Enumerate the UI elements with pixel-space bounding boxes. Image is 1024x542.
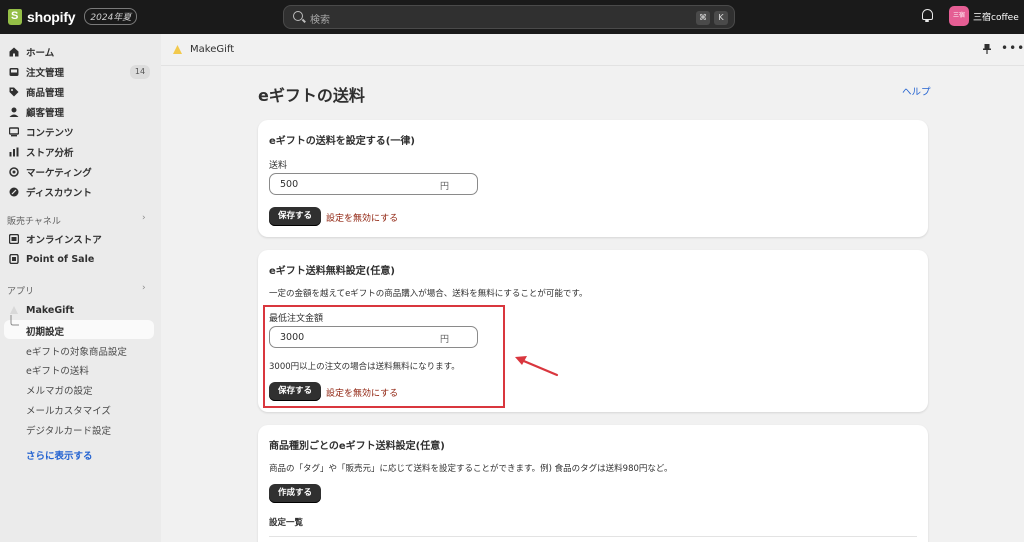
card-title: 商品種別ごとのeギフト送料設定(任意) bbox=[269, 441, 445, 452]
sidebar-item-customers[interactable]: 顧客管理 bbox=[0, 102, 161, 122]
per-product-shipping-card: 商品種別ごとのeギフト送料設定(任意) 商品の「タグ」や「販売元」に応じて送料を… bbox=[258, 425, 928, 542]
content-icon bbox=[9, 127, 19, 137]
inbox-icon bbox=[9, 68, 19, 76]
card-title: eギフト送料無料設定(任意) bbox=[269, 266, 395, 277]
shopify-logo[interactable]: shopify 2024年夏 bbox=[8, 8, 138, 25]
app-title: MakeGift bbox=[190, 44, 235, 55]
sidebar-item-label: ストア分析 bbox=[26, 148, 74, 159]
store-name[interactable]: 三宿coffee bbox=[973, 10, 1019, 23]
search-placeholder: 検索 bbox=[310, 15, 330, 26]
search-bar[interactable]: 検索 ⌘ K bbox=[283, 5, 735, 29]
create-button[interactable]: 作成する bbox=[269, 484, 322, 503]
chevron-right-icon[interactable]: › bbox=[142, 213, 146, 223]
shopify-bag-icon bbox=[8, 8, 22, 25]
k-key-hint: K bbox=[714, 11, 728, 25]
sidebar-subitem-digital-card[interactable]: デジタルカード設定 bbox=[26, 423, 111, 437]
makegift-app-icon bbox=[10, 306, 18, 314]
sidebar-subitem-email-customize[interactable]: メールカスタマイズ bbox=[26, 403, 111, 417]
pos-icon bbox=[9, 254, 19, 264]
shipping-fee-input[interactable]: 500 円 bbox=[269, 173, 478, 195]
store-avatar[interactable]: 三宿coffe bbox=[949, 6, 969, 26]
sidebar-item-makegift[interactable]: MakeGift bbox=[0, 300, 161, 320]
orders-count-badge: 14 bbox=[130, 65, 150, 79]
bell-icon[interactable] bbox=[922, 9, 933, 22]
sidebar-item-label: 顧客管理 bbox=[26, 108, 65, 119]
sidebar-item-pos[interactable]: Point of Sale bbox=[0, 249, 161, 269]
show-more-link[interactable]: さらに表示する bbox=[26, 448, 93, 462]
yen-suffix: 円 bbox=[440, 182, 450, 192]
top-bar: shopify 2024年夏 検索 ⌘ K 三宿coffe 三宿coffee bbox=[0, 0, 1024, 34]
card-description: 商品の「タグ」や「販売元」に応じて送料を設定することができます。例) 食品のタグ… bbox=[269, 464, 673, 474]
sidebar-subitem-newsletter[interactable]: メルマガの設定 bbox=[26, 383, 93, 397]
sidebar-item-label: コンテンツ bbox=[26, 128, 74, 139]
sidebar-item-label: マーケティング bbox=[26, 168, 92, 179]
tag-icon bbox=[9, 87, 19, 97]
help-link[interactable]: ヘルプ bbox=[902, 84, 931, 98]
sidebar-item-products[interactable]: 商品管理 bbox=[0, 82, 161, 102]
sidebar-item-label: 商品管理 bbox=[26, 88, 65, 99]
store-icon bbox=[9, 234, 19, 244]
annotation-arrow-icon bbox=[515, 356, 559, 377]
edition-badge: 2024年夏 bbox=[84, 8, 138, 25]
sidebar: ホーム 注文管理 14 商品管理 顧客管理 コンテンツ ストア分析 マーケティン… bbox=[0, 34, 161, 542]
sidebar-item-home[interactable]: ホーム bbox=[0, 42, 161, 62]
sidebar-subitem-shipping[interactable]: eギフトの送料 bbox=[26, 363, 89, 377]
discount-icon bbox=[9, 187, 19, 197]
home-icon bbox=[9, 47, 19, 57]
tree-connector-icon bbox=[10, 315, 19, 326]
sidebar-item-label: 注文管理 bbox=[26, 68, 65, 79]
sidebar-item-label: ディスカウント bbox=[26, 188, 92, 199]
sidebar-item-label: MakeGift bbox=[26, 304, 75, 316]
page-title: eギフトの送料 bbox=[258, 86, 365, 105]
card-title: eギフトの送料を設定する(一律) bbox=[269, 136, 415, 147]
flat-shipping-card: eギフトの送料を設定する(一律) 送料 500 円 保存する 設定を無効にする bbox=[258, 120, 928, 237]
sidebar-item-content[interactable]: コンテンツ bbox=[0, 122, 161, 142]
sidebar-item-analytics[interactable]: ストア分析 bbox=[0, 142, 161, 162]
sidebar-item-online-store[interactable]: オンラインストア bbox=[0, 229, 161, 249]
sidebar-subitem-target-products[interactable]: eギフトの対象商品設定 bbox=[26, 344, 127, 358]
search-icon bbox=[293, 11, 303, 21]
sidebar-item-label: オンラインストア bbox=[26, 235, 102, 246]
input-value: 500 bbox=[280, 179, 299, 190]
target-icon bbox=[9, 167, 19, 177]
person-icon bbox=[9, 107, 19, 117]
sidebar-item-label: Point of Sale bbox=[26, 253, 95, 265]
chart-icon bbox=[9, 147, 19, 157]
command-key-hint: ⌘ bbox=[696, 11, 710, 25]
brand-name: shopify bbox=[27, 8, 76, 25]
makegift-logo-icon bbox=[173, 45, 182, 54]
shipping-fee-label: 送料 bbox=[269, 161, 288, 171]
sidebar-subitem-initial-setup[interactable]: 初期設定 bbox=[26, 324, 64, 338]
apps-title: アプリ bbox=[7, 287, 35, 297]
app-header: MakeGift ••• bbox=[161, 34, 1024, 66]
card-description: 一定の金額を越えてeギフトの商品購入が場合、送料を無料にすることが可能です。 bbox=[269, 289, 588, 299]
disable-setting-button[interactable]: 設定を無効にする bbox=[326, 211, 398, 224]
sidebar-item-marketing[interactable]: マーケティング bbox=[0, 162, 161, 182]
chevron-right-icon[interactable]: › bbox=[142, 283, 146, 293]
sales-channels-title: 販売チャネル bbox=[7, 217, 61, 227]
sidebar-item-label: ホーム bbox=[26, 48, 55, 59]
sidebar-item-discounts[interactable]: ディスカウント bbox=[0, 182, 161, 202]
annotation-highlight-box bbox=[263, 305, 505, 408]
pin-icon[interactable] bbox=[983, 44, 991, 54]
more-actions-icon[interactable]: ••• bbox=[1001, 41, 1024, 55]
sidebar-item-orders[interactable]: 注文管理 14 bbox=[0, 62, 161, 82]
save-button[interactable]: 保存する bbox=[269, 207, 322, 226]
settings-list-title: 設定一覧 bbox=[269, 518, 304, 528]
divider bbox=[269, 536, 917, 537]
